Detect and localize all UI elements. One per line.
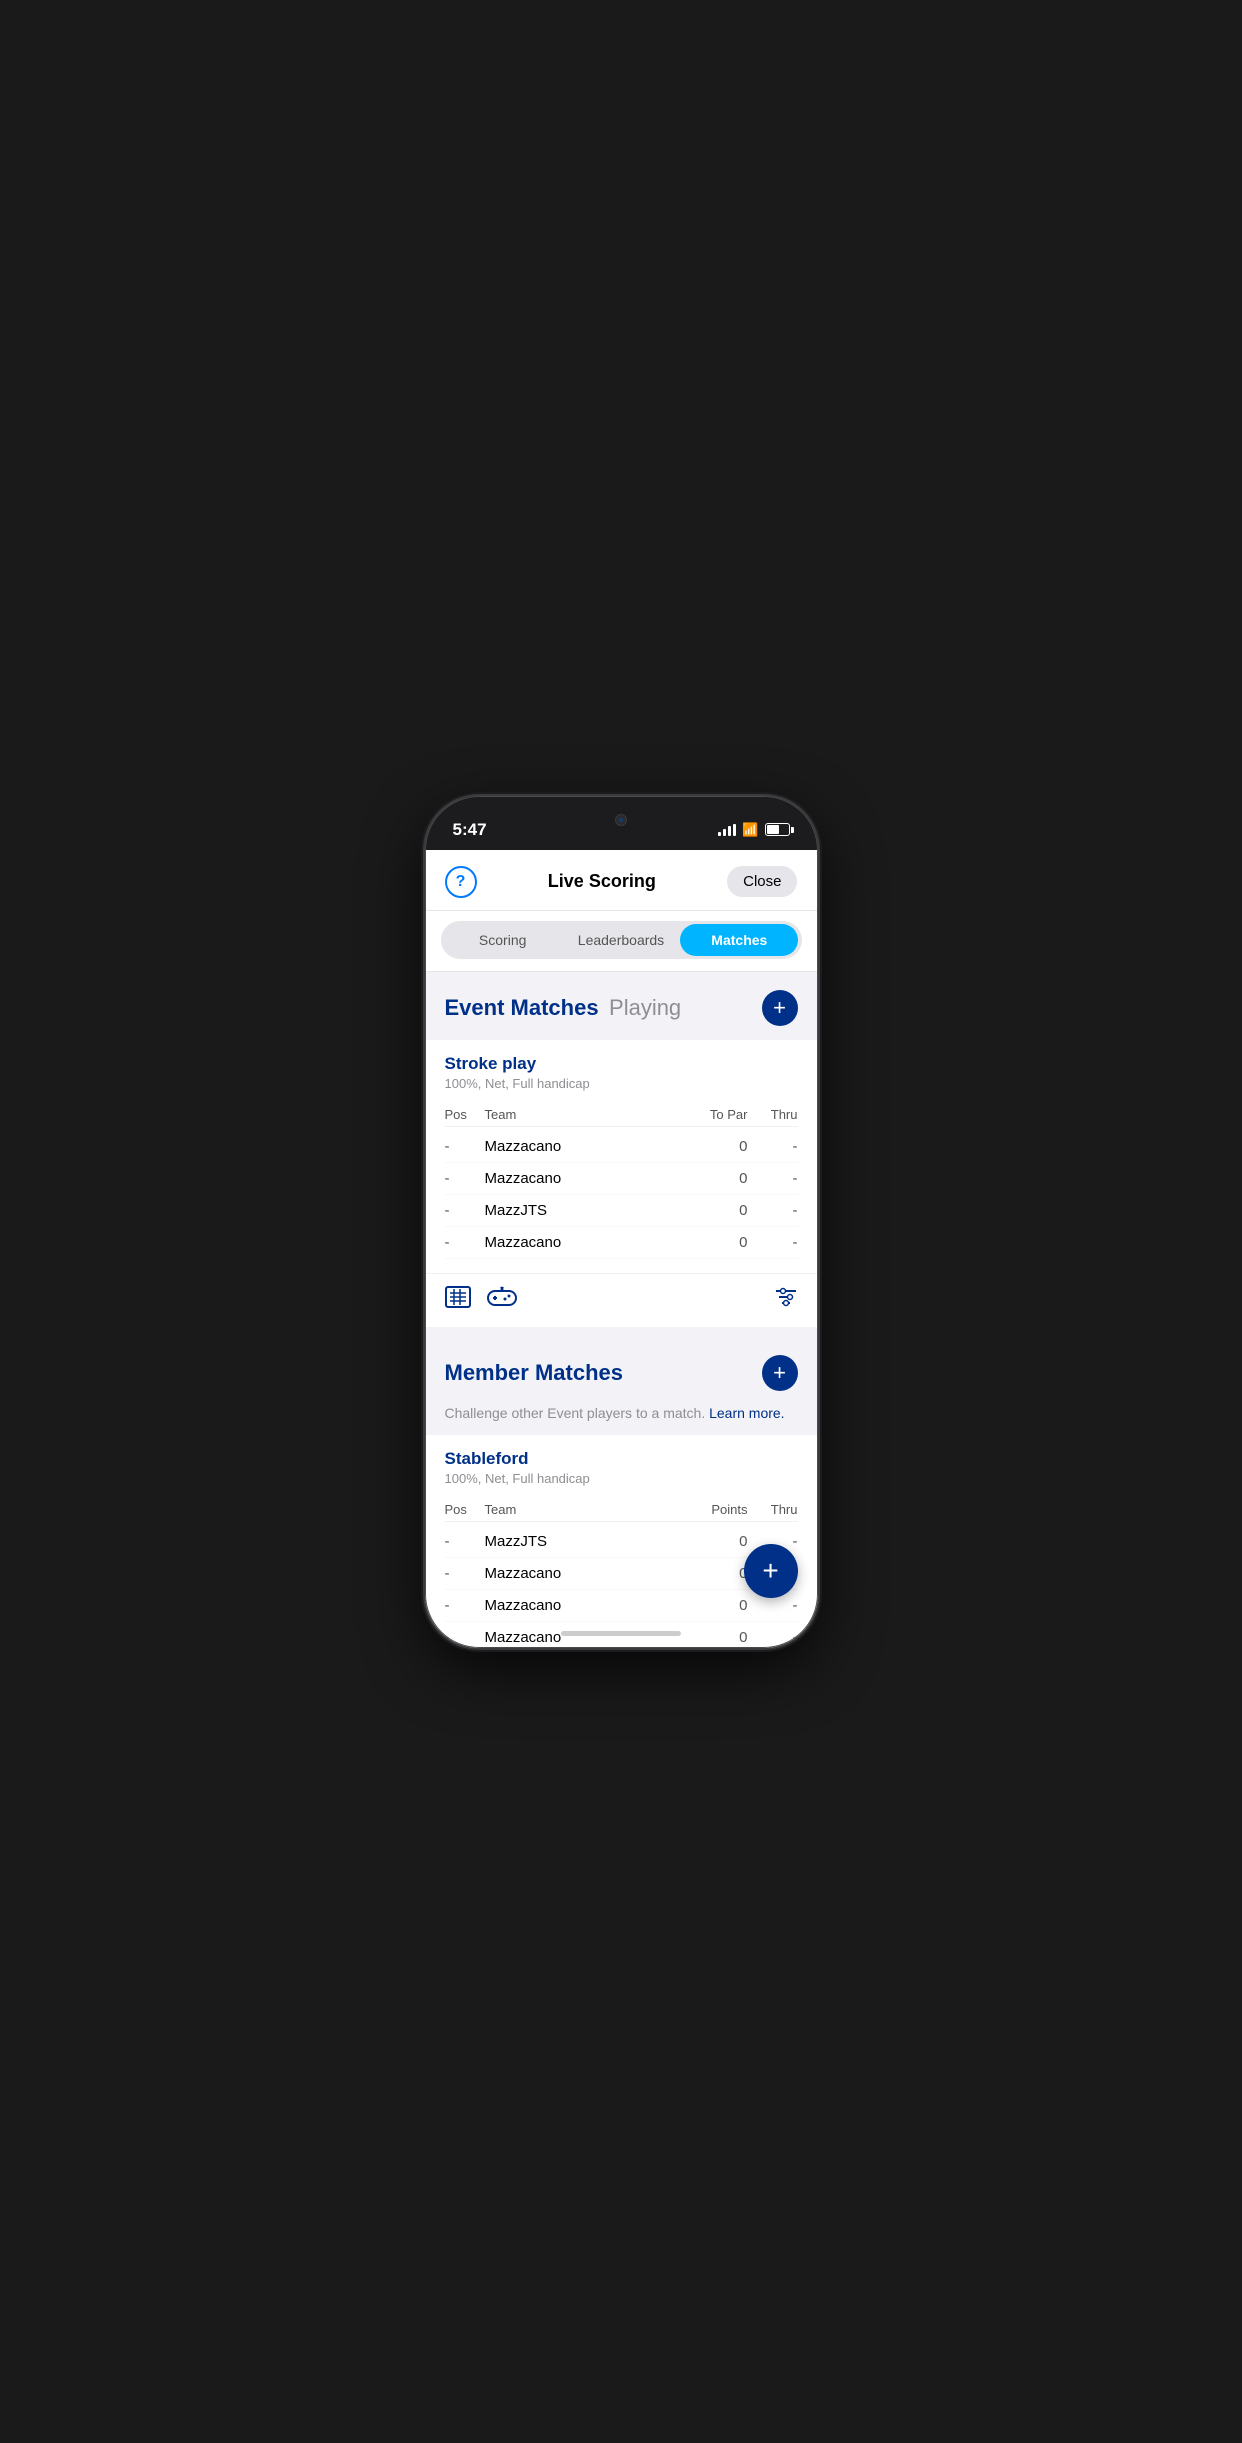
row-pos: -: [445, 1138, 485, 1155]
add-event-match-button[interactable]: +: [762, 990, 798, 1026]
row-score: 0: [678, 1170, 748, 1187]
row-pos: -: [445, 1597, 485, 1614]
event-matches-title-group: Event Matches Playing: [445, 995, 682, 1021]
table-row: - Mazzacano 0 -: [445, 1131, 798, 1163]
row-thru: -: [748, 1234, 798, 1251]
stableford-table-header: Pos Team Points Thru: [445, 1498, 798, 1522]
event-matches-header: Event Matches Playing +: [425, 972, 818, 1040]
row-team: Mazzacano: [485, 1234, 678, 1251]
row-score: 0: [678, 1533, 748, 1550]
table-row: - Mazzacano 0 -: [445, 1590, 798, 1622]
row-team: Mazzacano: [485, 1138, 678, 1155]
app-header: ? Live Scoring Close: [425, 850, 818, 911]
table-row: - Mazzacano 0 -: [445, 1227, 798, 1259]
stableford-title: Stableford: [445, 1449, 798, 1469]
row-score: 0: [678, 1138, 748, 1155]
camera-dot: [615, 814, 627, 826]
stableford-card: Stableford 100%, Net, Full handicap Pos …: [425, 1435, 818, 1648]
fab-button[interactable]: +: [744, 1544, 798, 1598]
row-team: MazzJTS: [485, 1533, 678, 1550]
row-team: Mazzacano: [485, 1565, 678, 1582]
row-score: 0: [678, 1629, 748, 1646]
tab-matches[interactable]: Matches: [680, 924, 798, 956]
filter-icon[interactable]: [774, 1287, 798, 1313]
stableford-content: Stableford 100%, Net, Full handicap Pos …: [425, 1435, 818, 1648]
tab-segment: Scoring Leaderboards Matches: [441, 921, 802, 959]
row-score: 0: [678, 1597, 748, 1614]
row-team: Mazzacano: [485, 1170, 678, 1187]
col-thru: Thru: [748, 1502, 798, 1517]
footer-left-icons: [445, 1286, 517, 1315]
row-pos: -: [445, 1629, 485, 1646]
app-content[interactable]: ? Live Scoring Close Scoring Leaderboard…: [425, 850, 818, 1648]
status-icons: 📶: [718, 822, 789, 838]
row-pos: -: [445, 1565, 485, 1582]
row-pos: -: [445, 1533, 485, 1550]
scorecard-icon[interactable]: [445, 1286, 471, 1315]
wifi-icon: 📶: [742, 822, 758, 838]
row-thru: -: [748, 1597, 798, 1614]
row-score: 0: [678, 1565, 748, 1582]
table-row: - MazzJTS 0 -: [445, 1526, 798, 1558]
row-pos: -: [445, 1202, 485, 1219]
col-pos: Pos: [445, 1107, 485, 1122]
add-member-match-button[interactable]: +: [762, 1355, 798, 1391]
event-matches-subtitle: Playing: [609, 995, 681, 1020]
row-score: 0: [678, 1202, 748, 1219]
row-thru: -: [748, 1202, 798, 1219]
member-matches-header: Member Matches +: [425, 1337, 818, 1405]
stroke-play-footer: [425, 1273, 818, 1327]
tab-bar: Scoring Leaderboards Matches: [425, 911, 818, 972]
stroke-play-title: Stroke play: [445, 1054, 798, 1074]
phone-frame: 5:47 📶 ? Live Scoring Close: [425, 796, 818, 1648]
separator-1: [425, 1327, 818, 1337]
stroke-play-content: Stroke play 100%, Net, Full handicap Pos…: [425, 1040, 818, 1273]
row-team: MazzJTS: [485, 1202, 678, 1219]
member-matches-title: Member Matches: [445, 1360, 624, 1386]
row-team: Mazzacano: [485, 1597, 678, 1614]
close-button[interactable]: Close: [727, 866, 797, 897]
col-pos: Pos: [445, 1502, 485, 1517]
table-row: - Mazzacano 0 -: [445, 1163, 798, 1195]
member-challenge-text: Challenge other Event players to a match…: [425, 1405, 818, 1435]
stroke-play-card: Stroke play 100%, Net, Full handicap Pos…: [425, 1040, 818, 1327]
col-thru: Thru: [748, 1107, 798, 1122]
stableford-subtitle: 100%, Net, Full handicap: [445, 1471, 798, 1486]
learn-more-link[interactable]: Learn more.: [709, 1405, 784, 1421]
col-points: Points: [678, 1502, 748, 1517]
col-topar: To Par: [678, 1107, 748, 1122]
tab-scoring[interactable]: Scoring: [444, 924, 562, 956]
signal-icon: [718, 824, 736, 836]
tab-leaderboards[interactable]: Leaderboards: [562, 924, 680, 956]
battery-icon: [765, 823, 790, 836]
stroke-play-table-header: Pos Team To Par Thru: [445, 1103, 798, 1127]
row-thru: -: [748, 1629, 798, 1646]
table-row: - MazzJTS 0 -: [445, 1195, 798, 1227]
col-team: Team: [485, 1107, 678, 1122]
row-score: 0: [678, 1234, 748, 1251]
gamepad-icon[interactable]: [487, 1286, 517, 1315]
row-thru: -: [748, 1138, 798, 1155]
status-time: 5:47: [453, 820, 487, 840]
row-pos: -: [445, 1234, 485, 1251]
home-indicator: [561, 1631, 681, 1636]
col-team: Team: [485, 1502, 678, 1517]
screen: ? Live Scoring Close Scoring Leaderboard…: [425, 850, 818, 1648]
row-thru: -: [748, 1170, 798, 1187]
row-pos: -: [445, 1170, 485, 1187]
stroke-play-subtitle: 100%, Net, Full handicap: [445, 1076, 798, 1091]
help-button[interactable]: ?: [445, 866, 477, 898]
page-title: Live Scoring: [548, 871, 656, 892]
event-matches-title: Event Matches: [445, 995, 599, 1020]
